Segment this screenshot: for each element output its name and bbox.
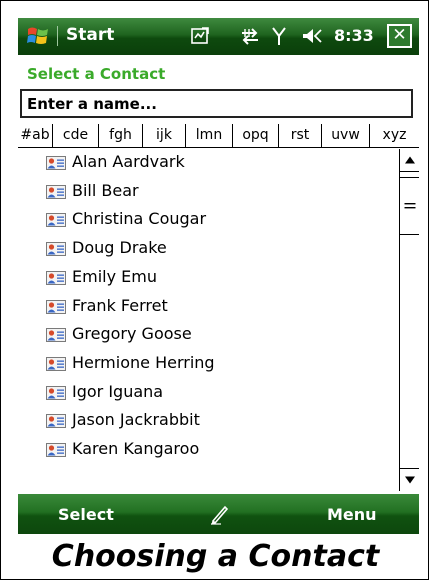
name-search-input[interactable] <box>20 89 413 118</box>
contact-card-icon <box>46 156 66 170</box>
contact-card-icon <box>46 414 66 429</box>
scroll-up-button[interactable] <box>400 149 419 172</box>
volume-icon[interactable] <box>301 24 329 48</box>
contact-row[interactable]: Frank Ferret <box>18 293 398 321</box>
tab-xyz[interactable]: xyz <box>370 124 419 147</box>
contact-name: Alan Aardvark <box>72 152 185 171</box>
arrow-up-icon <box>404 156 415 164</box>
tab-lmn[interactable]: lmn <box>186 124 233 147</box>
contact-card-icon <box>46 443 66 457</box>
contact-card-icon <box>46 299 66 314</box>
contact-row[interactable]: Doug Drake <box>18 235 398 263</box>
page-title: Select a Contact <box>27 65 166 83</box>
tab-opq[interactable]: opq <box>233 124 279 147</box>
connectivity-icon[interactable] <box>239 24 261 48</box>
contact-row[interactable]: Hermione Herring <box>18 350 398 378</box>
clock-time[interactable]: 8:33 <box>334 26 374 45</box>
tab-fgh[interactable]: fgh <box>99 124 143 147</box>
pen-icon[interactable] <box>209 503 231 525</box>
tab-ab[interactable]: #ab <box>18 124 53 147</box>
contact-name: Gregory Goose <box>72 324 192 344</box>
contact-card-icon <box>46 356 66 371</box>
tab-rst[interactable]: rst <box>279 124 322 147</box>
sync-icon[interactable] <box>189 24 211 48</box>
menu-softkey[interactable]: Menu <box>327 505 377 524</box>
windows-flag-icon[interactable] <box>26 24 50 48</box>
contact-card-icon <box>46 270 66 285</box>
contact-card-icon <box>46 184 66 199</box>
contact-row[interactable]: Alan Aardvark <box>18 149 398 177</box>
alphabet-tabs: #ab cde fgh ijk lmn opq rst uvw xyz <box>18 124 419 148</box>
contact-row[interactable]: Jason Jackrabbit <box>18 407 398 435</box>
tab-uvw[interactable]: uvw <box>322 124 370 147</box>
title-bar: Start 8:33 ✕ <box>18 18 419 55</box>
contact-card-icon <box>46 328 66 343</box>
contact-card-icon <box>46 385 66 400</box>
scrollbar[interactable] <box>399 149 419 491</box>
device-screen: Start 8:33 ✕ Select a Contact Enter a na… <box>18 18 419 534</box>
figure-caption: Choosing a Contact <box>51 539 380 574</box>
contact-card-icon <box>46 213 66 228</box>
signal-icon[interactable] <box>271 24 287 48</box>
contact-name: Christina Cougar <box>72 209 207 229</box>
contact-name: Igor Iguana <box>72 381 164 401</box>
contact-row[interactable]: Karen Kangaroo <box>18 436 398 464</box>
contact-name: Frank Ferret <box>72 295 168 315</box>
softkey-bar: Select Menu <box>18 494 419 534</box>
contact-name: Bill Bear <box>72 180 139 200</box>
contact-row[interactable]: Igor Iguana <box>18 379 398 407</box>
contact-row[interactable]: Emily Emu <box>18 264 398 292</box>
contact-name: Doug Drake <box>72 238 167 258</box>
tab-cde[interactable]: cde <box>53 124 99 147</box>
contact-row[interactable]: Christina Cougar <box>18 206 398 234</box>
scroll-down-button[interactable] <box>400 468 419 491</box>
outer-frame: Start 8:33 ✕ Select a Contact Enter a na… <box>0 0 429 580</box>
tab-ijk[interactable]: ijk <box>143 124 186 147</box>
contact-name: Karen Kangaroo <box>72 439 200 458</box>
arrow-down-icon <box>404 476 415 484</box>
contact-card-icon <box>46 242 66 257</box>
select-softkey[interactable]: Select <box>58 505 114 524</box>
grip-icon <box>404 203 415 209</box>
contact-row[interactable]: Gregory Goose <box>18 321 398 349</box>
scroll-thumb[interactable] <box>400 177 419 235</box>
contact-name: Emily Emu <box>72 266 157 286</box>
title-separator <box>57 26 58 46</box>
contact-name: Hermione Herring <box>72 352 215 372</box>
contact-row[interactable]: Bill Bear <box>18 178 398 206</box>
contact-list: Alan Aardvark Bill Bear Christina Cougar Do… <box>18 149 398 493</box>
app-title[interactable]: Start <box>66 25 114 45</box>
contact-name: Jason Jackrabbit <box>72 410 200 430</box>
close-button[interactable]: ✕ <box>387 24 412 48</box>
